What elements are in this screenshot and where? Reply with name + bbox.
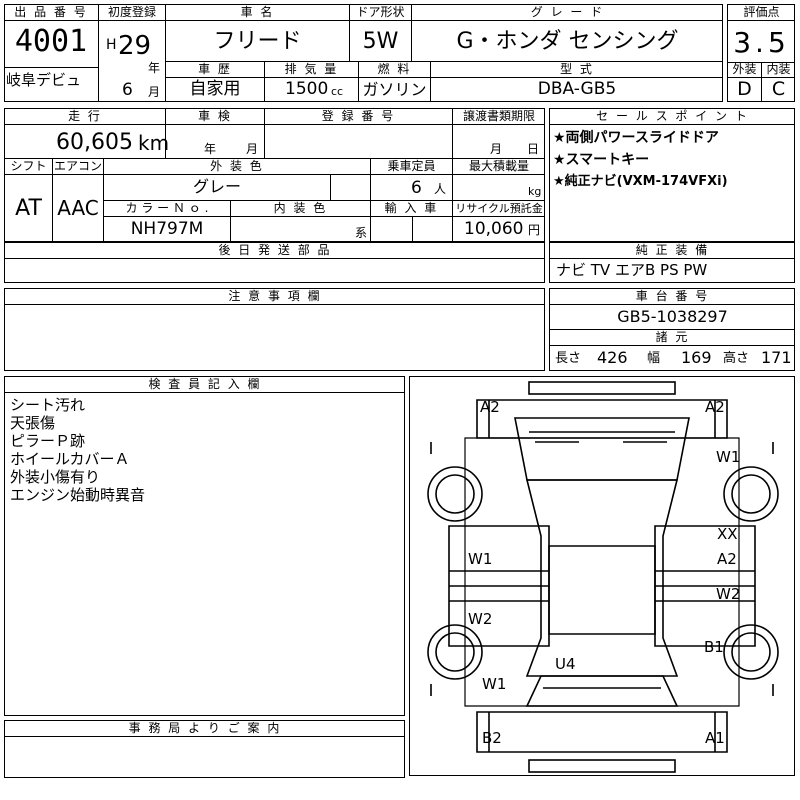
aircon-label: エアコン bbox=[53, 159, 102, 173]
damage-mark-left-rear-door: W2 bbox=[468, 610, 493, 628]
damage-mark-left-rear-wheel: W1 bbox=[482, 675, 507, 693]
inspector-notes-list: シート汚れ 天張傷 ピラーＰ跡 ホイールカバーＡ 外装小傷有り エンジン始動時異… bbox=[10, 396, 145, 504]
width-value: 169 bbox=[681, 348, 712, 367]
color-number-label: カ ラ ー Ｎ ｏ . bbox=[125, 201, 209, 215]
inspector-note: 天張傷 bbox=[10, 414, 56, 432]
import-label: 輸 入 車 bbox=[384, 201, 439, 215]
transfer-deadline-label: 譲渡書類期限 bbox=[462, 109, 535, 123]
transfer-month-unit: 月 bbox=[490, 142, 503, 156]
registration-month: 6 bbox=[122, 80, 133, 100]
damage-mark-rear-right: A1 bbox=[705, 729, 725, 747]
inspector-notes-label: 検 査 員 記 入 欄 bbox=[148, 377, 262, 391]
year-unit: 年 bbox=[148, 61, 161, 75]
max-load-unit: kg bbox=[528, 185, 542, 198]
grade-label: グ レ ー ド bbox=[530, 5, 605, 19]
dimensions-label: 諸 元 bbox=[655, 330, 690, 344]
recycle-deposit: 10,060 bbox=[464, 219, 524, 239]
equipment-label: 純 正 装 備 bbox=[635, 243, 710, 257]
month-unit: 月 bbox=[148, 85, 161, 99]
damage-mark-roof: U4 bbox=[555, 655, 576, 673]
damage-mark-right-rear: B1 bbox=[704, 638, 724, 656]
first-registration-label: 初度登録 bbox=[107, 5, 156, 19]
inspection-month-unit: 月 bbox=[246, 142, 259, 156]
capacity: 6 bbox=[411, 178, 422, 198]
damage-mark-front-right: A2 bbox=[705, 398, 725, 416]
height-label: 高さ bbox=[723, 351, 750, 366]
registration-number-label: 登 録 番 号 bbox=[321, 109, 396, 123]
fuel-label: 燃 料 bbox=[377, 62, 412, 76]
model: DBA-GB5 bbox=[537, 79, 617, 99]
recycle-deposit-unit: 円 bbox=[528, 223, 541, 237]
lot-number-label: 出 品 番 号 bbox=[14, 5, 88, 19]
exterior-color: グレー bbox=[192, 177, 241, 196]
chassis-number-label: 車 台 番 号 bbox=[635, 289, 710, 303]
door-type-label: ドア形状 bbox=[356, 5, 405, 19]
shift: AT bbox=[15, 196, 42, 221]
damage-mark-right-rear-door: W2 bbox=[716, 585, 741, 603]
delivery-parts-label: 後 日 発 送 部 品 bbox=[218, 243, 332, 257]
length-label: 長さ bbox=[555, 351, 582, 366]
inspection-year-unit: 年 bbox=[204, 142, 217, 156]
inspector-note: 外装小傷有り bbox=[10, 468, 101, 486]
displacement: 1500 bbox=[285, 79, 329, 99]
recycle-deposit-label: リサイクル預託金 bbox=[455, 202, 543, 215]
interior-grade: C bbox=[771, 78, 786, 100]
equipment-value: ナビ TV エアB PS PW bbox=[556, 261, 708, 279]
cautions-label: 注 意 事 項 欄 bbox=[228, 289, 322, 303]
office-notice-label: 事 務 局 よ り ご 案 内 bbox=[128, 721, 282, 735]
color-number: NH797M bbox=[130, 219, 204, 239]
capacity-unit: 人 bbox=[434, 182, 447, 196]
score-label: 評価点 bbox=[743, 5, 780, 19]
capacity-label: 乗車定員 bbox=[387, 159, 436, 173]
width-label: 幅 bbox=[647, 351, 661, 366]
exterior-grade: D bbox=[737, 78, 752, 100]
inspector-note: エンジン始動時異音 bbox=[10, 486, 146, 504]
registration-year: 29 bbox=[118, 31, 152, 61]
mileage-label: 走 行 bbox=[68, 109, 102, 123]
sales-point-item: ★スマートキー bbox=[553, 152, 650, 168]
height-value: 171 bbox=[761, 348, 792, 367]
inspection-label: 車 検 bbox=[198, 109, 232, 123]
door-type: 5W bbox=[362, 29, 399, 54]
damage-mark-right-front-wheel: W1 bbox=[716, 448, 741, 466]
history: 自家用 bbox=[189, 79, 241, 99]
transfer-day-unit: 日 bbox=[527, 142, 540, 156]
model-label: 型 式 bbox=[560, 62, 594, 76]
car-name: フリード bbox=[213, 29, 302, 54]
mileage-unit: km bbox=[138, 131, 170, 155]
grade: G・ホンダ センシング bbox=[456, 29, 679, 54]
length-value: 426 bbox=[597, 348, 628, 367]
venue-name: 岐阜デビュ bbox=[6, 71, 82, 89]
max-load-label: 最大積載量 bbox=[468, 159, 529, 173]
sales-point-item: ★純正ナビ(VXM-174VFXi) bbox=[553, 174, 728, 189]
damage-mark-rear-left: B2 bbox=[482, 729, 502, 747]
displacement-unit: cc bbox=[331, 85, 344, 98]
aircon: AAC bbox=[57, 196, 99, 220]
sales-points-label: セ ー ル ス ポ イ ン ト bbox=[596, 109, 749, 123]
interior-color-unit: 系 bbox=[355, 226, 368, 240]
damage-mark-left-front-door: W1 bbox=[468, 550, 493, 568]
car-diagram bbox=[427, 381, 779, 773]
inspector-note: ピラーＰ跡 bbox=[10, 432, 86, 450]
era: H bbox=[106, 37, 117, 53]
chassis-number: GB5-1038297 bbox=[617, 307, 728, 326]
displacement-label: 排 気 量 bbox=[284, 62, 339, 76]
history-label: 車 歴 bbox=[198, 62, 232, 76]
interior-grade-label: 内装 bbox=[766, 62, 791, 76]
inspector-note: ホイールカバーＡ bbox=[10, 450, 130, 468]
interior-color-label: 内 装 色 bbox=[273, 201, 328, 215]
damage-mark-xx: XX bbox=[717, 525, 738, 543]
shift-label: シフト bbox=[10, 159, 47, 173]
damage-mark-front-left: A2 bbox=[480, 398, 500, 416]
mileage: 60,605 bbox=[56, 130, 133, 155]
exterior-grade-label: 外装 bbox=[732, 62, 757, 76]
fuel: ガソリン bbox=[362, 80, 427, 99]
lot-number: 4001 bbox=[14, 24, 88, 59]
damage-mark-right-front-door: A2 bbox=[717, 550, 737, 568]
score: 3.5 bbox=[733, 26, 790, 59]
car-name-label: 車 名 bbox=[240, 5, 275, 19]
inspector-note: シート汚れ bbox=[10, 396, 86, 414]
sales-point-item: ★両側パワースライドドア bbox=[553, 130, 719, 146]
exterior-color-label: 外 装 色 bbox=[210, 159, 264, 173]
